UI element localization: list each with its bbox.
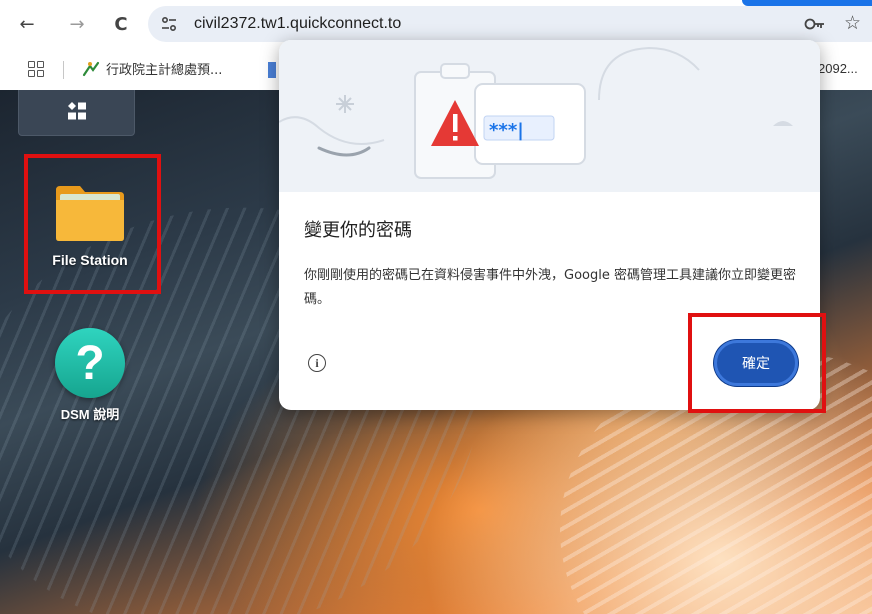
app-label: DSM 說明 (60, 407, 120, 422)
site-info-icon[interactable] (160, 15, 178, 33)
url-text[interactable]: civil2372.tw1.quickconnect.to (194, 15, 401, 33)
bookmark-favicon-icon[interactable] (268, 62, 276, 78)
tab-strip-edge (742, 0, 872, 6)
reload-icon[interactable]: C (108, 11, 134, 37)
main-menu-icon (67, 102, 86, 120)
bookmarks-divider (63, 61, 64, 79)
main-menu-button[interactable] (18, 90, 135, 136)
address-bar[interactable]: civil2372.tw1.quickconnect.to ☆ (148, 6, 872, 42)
bookmark-favicon-icon (82, 61, 100, 76)
apps-grid-icon[interactable] (28, 61, 44, 77)
back-arrow-icon[interactable]: ← (14, 11, 40, 37)
info-icon[interactable]: i (308, 354, 326, 372)
dialog-title: 變更你的密碼 (304, 220, 412, 241)
help-icon: ? (55, 328, 125, 398)
bookmark-star-icon[interactable]: ☆ (844, 12, 861, 34)
file-station-highlight (24, 154, 161, 294)
forward-arrow-icon[interactable]: → (64, 11, 90, 37)
bookmark-label[interactable]: 2092... (818, 61, 858, 76)
ok-button-highlight (688, 313, 826, 413)
dsm-help-app[interactable]: ? DSM 說明 (25, 328, 155, 423)
bookmark-label: 行政院主計總處預... (106, 63, 223, 78)
password-key-icon[interactable] (804, 16, 826, 32)
password-mask: ***| (489, 120, 524, 141)
dialog-illustration: ***| (279, 40, 820, 192)
bookmark-item[interactable]: 行政院主計總處預... (82, 59, 222, 78)
dialog-body: 你剛剛使用的密碼已在資料侵害事件中外洩，Google 密碼管理工具建議你立即變更… (304, 268, 796, 307)
